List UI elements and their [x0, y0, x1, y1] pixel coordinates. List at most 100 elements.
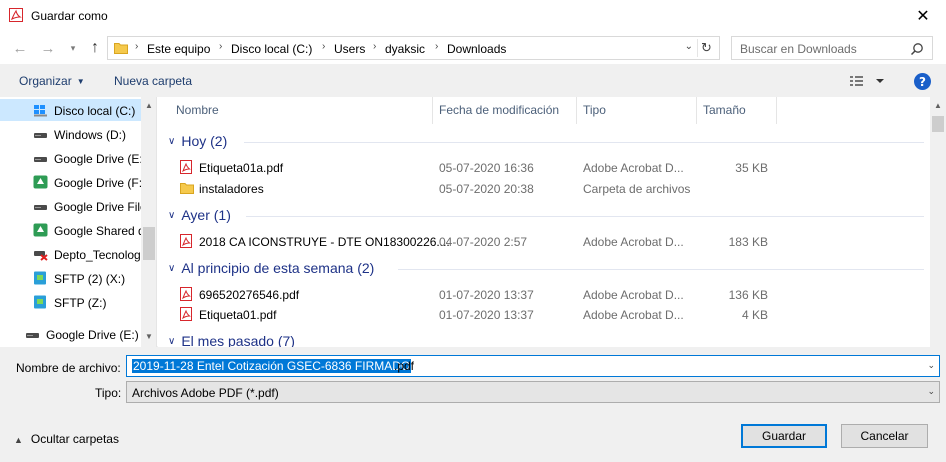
file-date: 05-07-2020 16:36 — [439, 161, 534, 175]
breadcrumb-separator[interactable]: › — [135, 41, 138, 52]
help-button[interactable]: ? — [914, 73, 931, 90]
refresh-button[interactable]: ↻ — [697, 39, 715, 57]
sidebar-item-disco-local-c[interactable]: Disco local (C:) — [0, 99, 142, 121]
filename-selected-text: 2019-11-28 Entel Cotización GSEC-6836 FI… — [132, 359, 412, 373]
sidebar-item-label: Disco local (C:) — [54, 104, 136, 118]
column-header-type[interactable]: Tipo — [577, 97, 697, 124]
breadcrumb-dyaksic[interactable]: dyaksic — [385, 42, 425, 56]
sidebar-item-label: Google Drive (E:) — [54, 152, 142, 166]
google-drive-icon — [33, 175, 48, 189]
pdf-file-icon — [180, 160, 192, 174]
filetype-select[interactable]: Archivos Adobe PDF (*.pdf) ⌄ — [126, 381, 940, 403]
sidebar-item-google-drive-f[interactable]: Google Drive (F:) — [0, 171, 142, 193]
file-type: Adobe Acrobat D... — [583, 308, 684, 322]
arrow-left-icon: ← — [12, 39, 28, 57]
breadcrumb-separator[interactable]: › — [219, 41, 222, 52]
breadcrumb-este-equipo[interactable]: Este equipo — [147, 42, 210, 56]
close-button[interactable]: ✕ — [900, 0, 946, 32]
sidebar-item-google-drive-e-2[interactable]: Google Drive (E:) — [0, 323, 142, 345]
chevron-down-icon: ∨ — [168, 136, 176, 147]
sidebar-item-windows-d[interactable]: Windows (D:) — [0, 123, 142, 145]
scrollbar-thumb[interactable] — [143, 227, 155, 260]
sidebar-item-depto-tecnologia[interactable]: Depto_Tecnolog — [0, 243, 142, 265]
cancel-button[interactable]: Cancelar — [841, 424, 928, 448]
breadcrumb-downloads[interactable]: Downloads — [447, 42, 506, 56]
file-type: Adobe Acrobat D... — [583, 161, 684, 175]
up-folder-button[interactable]: ↑ — [85, 38, 105, 58]
breadcrumb-separator[interactable]: › — [435, 41, 438, 52]
search-placeholder: Buscar en Downloads — [740, 42, 857, 56]
address-history-dropdown[interactable]: ⌄ — [685, 41, 693, 52]
scroll-up-icon[interactable]: ▲ — [934, 101, 942, 110]
scroll-up-icon[interactable]: ▲ — [145, 101, 153, 110]
file-row[interactable]: Etiqueta01.pdf 01-07-2020 13:37 Adobe Ac… — [170, 304, 780, 324]
sidebar-item-label: Depto_Tecnolog — [54, 248, 141, 262]
recent-locations-button[interactable]: ▾ — [63, 38, 83, 58]
refresh-icon: ↻ — [701, 40, 712, 55]
drive-icon — [34, 157, 47, 162]
file-row[interactable]: 2018 CA ICONSTRUYE - DTE ON18300226.... … — [170, 231, 780, 251]
column-header-name[interactable]: Nombre — [170, 97, 433, 124]
breadcrumb-users[interactable]: Users — [334, 42, 365, 56]
group-header-esta-semana[interactable]: ∨ Al principio de esta semana (2) — [168, 260, 374, 282]
sidebar-item-label: Google Drive (E:) — [46, 328, 139, 342]
sidebar-item-google-drive-file[interactable]: Google Drive File — [0, 195, 142, 217]
sidebar-item-google-drive-e[interactable]: Google Drive (E:) — [0, 147, 142, 169]
sidebar-item-sftp-z[interactable]: SFTP (Z:) — [0, 291, 142, 313]
group-label: El mes pasado (7) — [181, 333, 295, 347]
file-size: 35 KB — [735, 161, 768, 175]
filename-input[interactable]: 2019-11-28 Entel Cotización GSEC-6836 FI… — [126, 355, 940, 377]
file-row[interactable]: 696520276546.pdf 01-07-2020 13:37 Adobe … — [170, 284, 780, 304]
window-title: Guardar como — [31, 9, 108, 23]
sidebar-item-label: Windows (D:) — [54, 128, 127, 142]
back-button[interactable]: ← — [10, 38, 30, 58]
address-bar[interactable]: › Este equipo › Disco local (C:) › Users… — [107, 36, 720, 60]
file-name: 2018 CA ICONSTRUYE - DTE ON18300226.... — [199, 235, 450, 249]
change-view-icon[interactable] — [849, 73, 885, 89]
group-header-hoy[interactable]: ∨ Hoy (2) — [168, 133, 227, 155]
group-header-mes-pasado[interactable]: ∨ El mes pasado (7) — [168, 333, 295, 347]
network-drive-disconnected-icon — [34, 251, 48, 261]
filename-extension: .pdf — [394, 359, 415, 373]
command-bar: Organizar ▼ Nueva carpeta ? — [0, 64, 946, 96]
file-type: Adobe Acrobat D... — [583, 235, 684, 249]
forward-button[interactable]: → — [38, 38, 58, 58]
file-name: instaladores — [199, 182, 264, 196]
file-date: 04-07-2020 2:57 — [439, 235, 528, 249]
new-folder-button[interactable]: Nueva carpeta — [114, 74, 192, 88]
group-header-ayer[interactable]: ∨ Ayer (1) — [168, 207, 231, 229]
title-bar: Guardar como ✕ — [0, 0, 946, 32]
drive-icon — [34, 133, 47, 138]
column-header-size[interactable]: Tamaño — [697, 97, 777, 124]
breadcrumb-disco-local[interactable]: Disco local (C:) — [231, 42, 312, 56]
file-type: Carpeta de archivos — [583, 182, 691, 196]
sidebar-scrollbar[interactable]: ▲ ▼ — [141, 97, 156, 347]
sidebar-item-sftp-2-x[interactable]: SFTP (2) (X:) — [0, 267, 142, 289]
file-size: 4 KB — [741, 308, 768, 322]
organize-button[interactable]: Organizar ▼ — [19, 74, 85, 88]
group-divider — [398, 269, 924, 270]
column-header-date[interactable]: Fecha de modificación — [433, 97, 577, 124]
file-row[interactable]: instaladores 05-07-2020 20:38 Carpeta de… — [170, 178, 780, 198]
group-divider — [244, 142, 924, 143]
scroll-down-icon[interactable]: ▼ — [145, 332, 153, 341]
close-icon: ✕ — [916, 8, 930, 25]
pdf-file-icon — [180, 234, 192, 248]
scrollbar-thumb[interactable] — [932, 116, 944, 132]
file-row[interactable]: Etiqueta01a.pdf 05-07-2020 16:36 Adobe A… — [170, 157, 780, 177]
file-date: 05-07-2020 20:38 — [439, 182, 534, 196]
breadcrumb-separator[interactable]: › — [322, 41, 325, 52]
search-input[interactable]: Buscar en Downloads — [731, 36, 933, 60]
save-button[interactable]: Guardar — [741, 424, 827, 448]
hide-folders-button[interactable]: ▲ Ocultar carpetas — [14, 432, 119, 446]
folder-icon — [180, 183, 194, 194]
navigation-pane: Disco local (C:) Windows (D:) Google Dri… — [0, 97, 157, 347]
sidebar-item-google-shared[interactable]: Google Shared d — [0, 219, 142, 241]
file-list-scrollbar[interactable]: ▲ — [930, 97, 946, 347]
arrow-right-icon: → — [40, 39, 56, 57]
group-divider — [246, 216, 924, 217]
breadcrumb-separator[interactable]: › — [373, 41, 376, 52]
chevron-down-icon[interactable]: ⌄ — [927, 360, 935, 371]
hide-folders-label: Ocultar carpetas — [30, 432, 119, 446]
file-date: 01-07-2020 13:37 — [439, 288, 534, 302]
